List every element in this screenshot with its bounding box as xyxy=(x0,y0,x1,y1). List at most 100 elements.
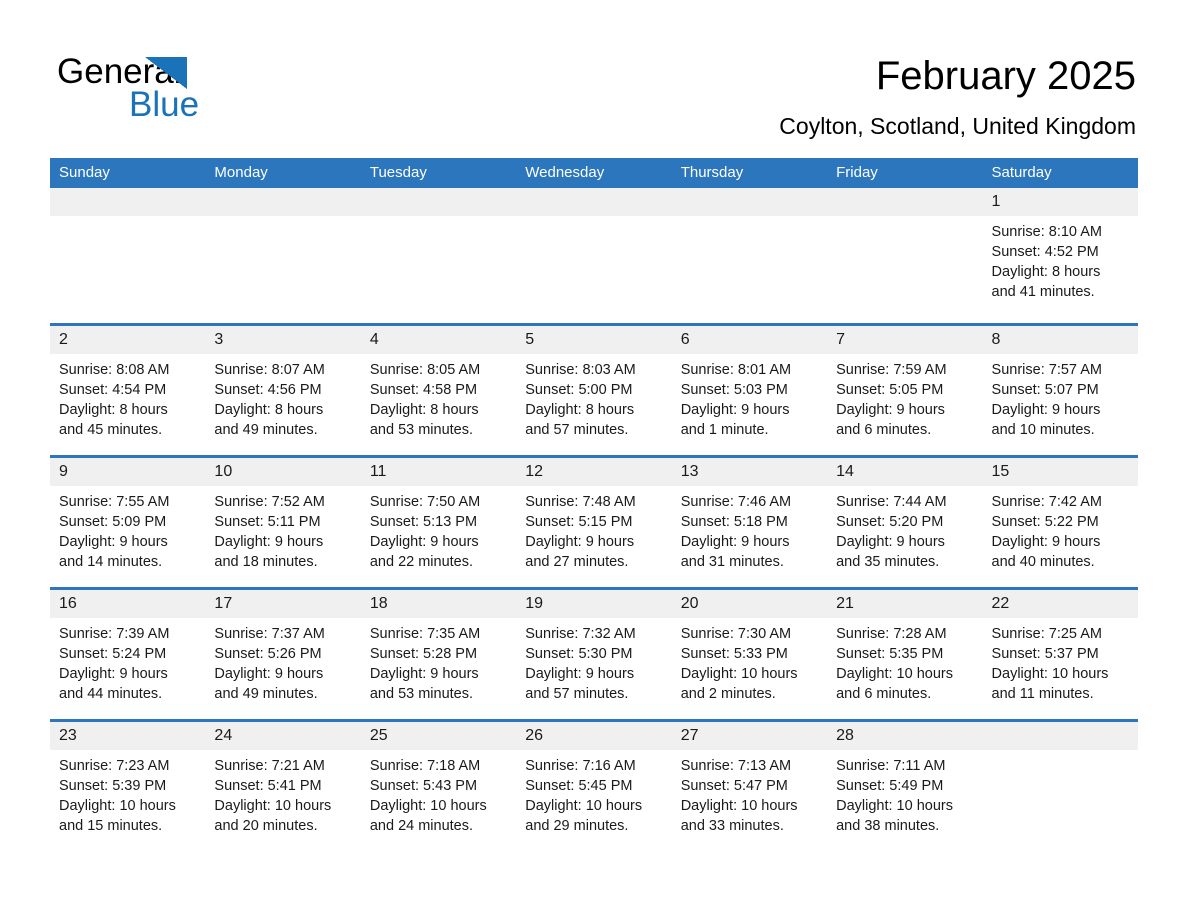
day-daylight2-text: and 53 minutes. xyxy=(369,686,474,702)
day-details: Sunrise: 7:39 AM Sunset: 5:24 PM Daylight:… xyxy=(50,618,205,704)
day-sunset-text: Sunset: 5:18 PM xyxy=(680,514,788,530)
day-number xyxy=(827,188,983,216)
day-daylight1-text: Daylight: 9 hours xyxy=(59,534,168,550)
calendar-day-cell-empty xyxy=(516,188,672,323)
logo-text-blue: Blue xyxy=(129,85,200,124)
day-number: 13 xyxy=(671,458,828,486)
day-number: 24 xyxy=(205,722,361,750)
day-number: 18 xyxy=(360,590,517,618)
day-daylight1-text: Daylight: 9 hours xyxy=(369,666,479,682)
calendar-week-row: 9 Sunrise: 7:55 AM Sunset: 5:09 PM Daylight… xyxy=(50,455,1138,587)
day-details: Sunrise: 7:11 AM Sunset: 5:49 PM Daylight:… xyxy=(827,750,982,836)
calendar-day-cell[interactable]: 4 Sunrise: 8:05 AM Sunset: 4:58 PM Daylight… xyxy=(360,326,517,455)
calendar-day-cell[interactable]: 2 Sunrise: 8:08 AM Sunset: 4:54 PM Daylight… xyxy=(50,326,206,455)
calendar-grid: Sunday Monday Tuesday Wednesday Thursday… xyxy=(50,158,1138,851)
day-number: 12 xyxy=(516,458,672,486)
day-sunrise-text: Sunrise: 7:55 AM xyxy=(59,494,170,510)
calendar-day-cell[interactable]: 15 Sunrise: 7:42 AM Sunset: 5:22 PM Dayligh… xyxy=(982,458,1138,587)
day-number: 1 xyxy=(982,188,1138,216)
calendar-day-cell[interactable]: 11 Sunrise: 7:50 AM Sunset: 5:13 PM Dayligh… xyxy=(360,458,517,587)
weekday-header-saturday: Saturday xyxy=(991,164,1052,181)
day-number: 19 xyxy=(516,590,672,618)
day-sunrise-text: Sunrise: 7:16 AM xyxy=(525,758,636,774)
day-details: Sunrise: 7:46 AM Sunset: 5:18 PM Daylight:… xyxy=(672,486,827,572)
calendar-day-cell[interactable]: 20 Sunrise: 7:30 AM Sunset: 5:33 PM Dayligh… xyxy=(671,590,828,719)
day-sunset-text: Sunset: 5:15 PM xyxy=(525,514,633,530)
day-sunrise-text: Sunrise: 7:35 AM xyxy=(369,626,481,642)
calendar-week-row: 23 Sunrise: 7:23 AM Sunset: 5:39 PM Dayligh… xyxy=(50,719,1138,851)
calendar-day-cell[interactable]: 22 Sunrise: 7:25 AM Sunset: 5:37 PM Dayligh… xyxy=(982,590,1138,719)
calendar-day-cell[interactable]: 26 Sunrise: 7:16 AM Sunset: 5:45 PM Dayligh… xyxy=(516,722,672,851)
day-sunrise-text: Sunrise: 7:39 AM xyxy=(59,626,170,642)
calendar-day-cell[interactable]: 12 Sunrise: 7:48 AM Sunset: 5:15 PM Dayligh… xyxy=(516,458,672,587)
calendar-day-cell[interactable]: 24 Sunrise: 7:21 AM Sunset: 5:41 PM Dayligh… xyxy=(205,722,361,851)
calendar-day-cell-empty xyxy=(671,188,828,323)
day-daylight2-text: and 49 minutes. xyxy=(214,422,318,438)
day-sunrise-text: Sunrise: 8:08 AM xyxy=(59,362,170,378)
calendar-day-cell[interactable]: 14 Sunrise: 7:44 AM Sunset: 5:20 PM Dayligh… xyxy=(827,458,983,587)
calendar-day-cell[interactable]: 5 Sunrise: 8:03 AM Sunset: 5:00 PM Daylight… xyxy=(516,326,672,455)
calendar-day-cell[interactable]: 28 Sunrise: 7:11 AM Sunset: 5:49 PM Dayligh… xyxy=(827,722,983,851)
calendar-day-cell[interactable]: 27 Sunrise: 7:13 AM Sunset: 5:47 PM Dayligh… xyxy=(671,722,828,851)
calendar-day-cell[interactable]: 9 Sunrise: 7:55 AM Sunset: 5:09 PM Daylight… xyxy=(50,458,206,587)
calendar-day-cell-empty xyxy=(360,188,517,323)
day-number: 27 xyxy=(671,722,828,750)
calendar-day-cell[interactable]: 3 Sunrise: 8:07 AM Sunset: 4:56 PM Daylight… xyxy=(205,326,361,455)
calendar-week-row: 1 Sunrise: 8:10 AM Sunset: 4:52 PM Daylight… xyxy=(50,188,1138,323)
calendar-day-cell[interactable]: 25 Sunrise: 7:18 AM Sunset: 5:43 PM Dayligh… xyxy=(360,722,517,851)
day-sunset-text: Sunset: 5:30 PM xyxy=(525,646,633,662)
day-number xyxy=(360,188,517,216)
day-number: 15 xyxy=(982,458,1138,486)
day-daylight2-text: and 53 minutes. xyxy=(369,422,474,438)
day-details: Sunrise: 7:18 AM Sunset: 5:43 PM Daylight:… xyxy=(361,750,516,836)
day-daylight2-text: and 29 minutes. xyxy=(525,818,629,834)
day-sunset-text: Sunset: 4:54 PM xyxy=(59,382,167,398)
day-sunset-text: Sunset: 5:39 PM xyxy=(59,778,167,794)
day-sunset-text: Sunset: 5:00 PM xyxy=(525,382,633,398)
calendar-day-cell[interactable]: 16 Sunrise: 7:39 AM Sunset: 5:24 PM Dayligh… xyxy=(50,590,206,719)
day-daylight1-text: Daylight: 10 hours xyxy=(369,798,487,814)
day-details xyxy=(983,750,1138,756)
day-number xyxy=(516,188,672,216)
calendar-day-cell-empty xyxy=(50,188,206,323)
day-sunrise-text: Sunrise: 7:28 AM xyxy=(836,626,947,642)
day-details: Sunrise: 7:28 AM Sunset: 5:35 PM Daylight:… xyxy=(827,618,982,704)
day-sunset-text: Sunset: 5:43 PM xyxy=(369,778,478,794)
day-details xyxy=(205,216,360,222)
day-daylight2-text: and 38 minutes. xyxy=(836,818,940,834)
day-details: Sunrise: 7:44 AM Sunset: 5:20 PM Daylight:… xyxy=(827,486,982,572)
calendar-day-cell[interactable]: 6 Sunrise: 8:01 AM Sunset: 5:03 PM Daylight… xyxy=(671,326,828,455)
day-sunrise-text: Sunrise: 8:05 AM xyxy=(369,362,481,378)
day-daylight2-text: and 27 minutes. xyxy=(525,554,629,570)
day-daylight2-text: and 57 minutes. xyxy=(525,686,629,702)
generalblue-logo[interactable]: General Blue xyxy=(57,52,357,124)
calendar-day-cell[interactable]: 10 Sunrise: 7:52 AM Sunset: 5:11 PM Dayligh… xyxy=(205,458,361,587)
calendar-day-cell[interactable]: 8 Sunrise: 7:57 AM Sunset: 5:07 PM Daylight… xyxy=(982,326,1138,455)
calendar-day-cell[interactable]: 7 Sunrise: 7:59 AM Sunset: 5:05 PM Daylight… xyxy=(827,326,983,455)
calendar-day-cell[interactable]: 1 Sunrise: 8:10 AM Sunset: 4:52 PM Daylight… xyxy=(982,188,1138,323)
day-sunrise-text: Sunrise: 7:13 AM xyxy=(680,758,792,774)
day-sunrise-text: Sunrise: 7:50 AM xyxy=(369,494,481,510)
day-daylight1-text: Daylight: 9 hours xyxy=(991,402,1101,418)
day-number xyxy=(205,188,361,216)
day-details: Sunrise: 7:55 AM Sunset: 5:09 PM Daylight:… xyxy=(50,486,205,572)
calendar-day-cell[interactable]: 21 Sunrise: 7:28 AM Sunset: 5:35 PM Dayligh… xyxy=(827,590,983,719)
calendar-day-cell[interactable]: 19 Sunrise: 7:32 AM Sunset: 5:30 PM Dayligh… xyxy=(516,590,672,719)
day-number: 28 xyxy=(827,722,983,750)
calendar-day-cell[interactable]: 13 Sunrise: 7:46 AM Sunset: 5:18 PM Dayligh… xyxy=(671,458,828,587)
weekday-header-tuesday: Tuesday xyxy=(369,164,427,181)
day-daylight1-text: Daylight: 8 hours xyxy=(525,402,635,418)
day-daylight1-text: Daylight: 8 hours xyxy=(59,402,168,418)
calendar-day-cell-empty xyxy=(982,722,1138,851)
day-details: Sunrise: 7:13 AM Sunset: 5:47 PM Daylight:… xyxy=(672,750,827,836)
calendar-day-cell[interactable]: 18 Sunrise: 7:35 AM Sunset: 5:28 PM Dayligh… xyxy=(360,590,517,719)
calendar-day-cell[interactable]: 23 Sunrise: 7:23 AM Sunset: 5:39 PM Dayligh… xyxy=(50,722,206,851)
calendar-day-cell[interactable]: 17 Sunrise: 7:37 AM Sunset: 5:26 PM Dayligh… xyxy=(205,590,361,719)
day-daylight2-text: and 2 minutes. xyxy=(680,686,776,702)
day-sunset-text: Sunset: 5:07 PM xyxy=(991,382,1099,398)
day-details: Sunrise: 7:23 AM Sunset: 5:39 PM Daylight:… xyxy=(50,750,205,836)
day-details: Sunrise: 8:01 AM Sunset: 5:03 PM Daylight:… xyxy=(672,354,827,440)
day-daylight2-text: and 11 minutes. xyxy=(991,686,1094,702)
day-details: Sunrise: 8:03 AM Sunset: 5:00 PM Daylight:… xyxy=(516,354,671,440)
day-daylight2-text: and 57 minutes. xyxy=(525,422,629,438)
